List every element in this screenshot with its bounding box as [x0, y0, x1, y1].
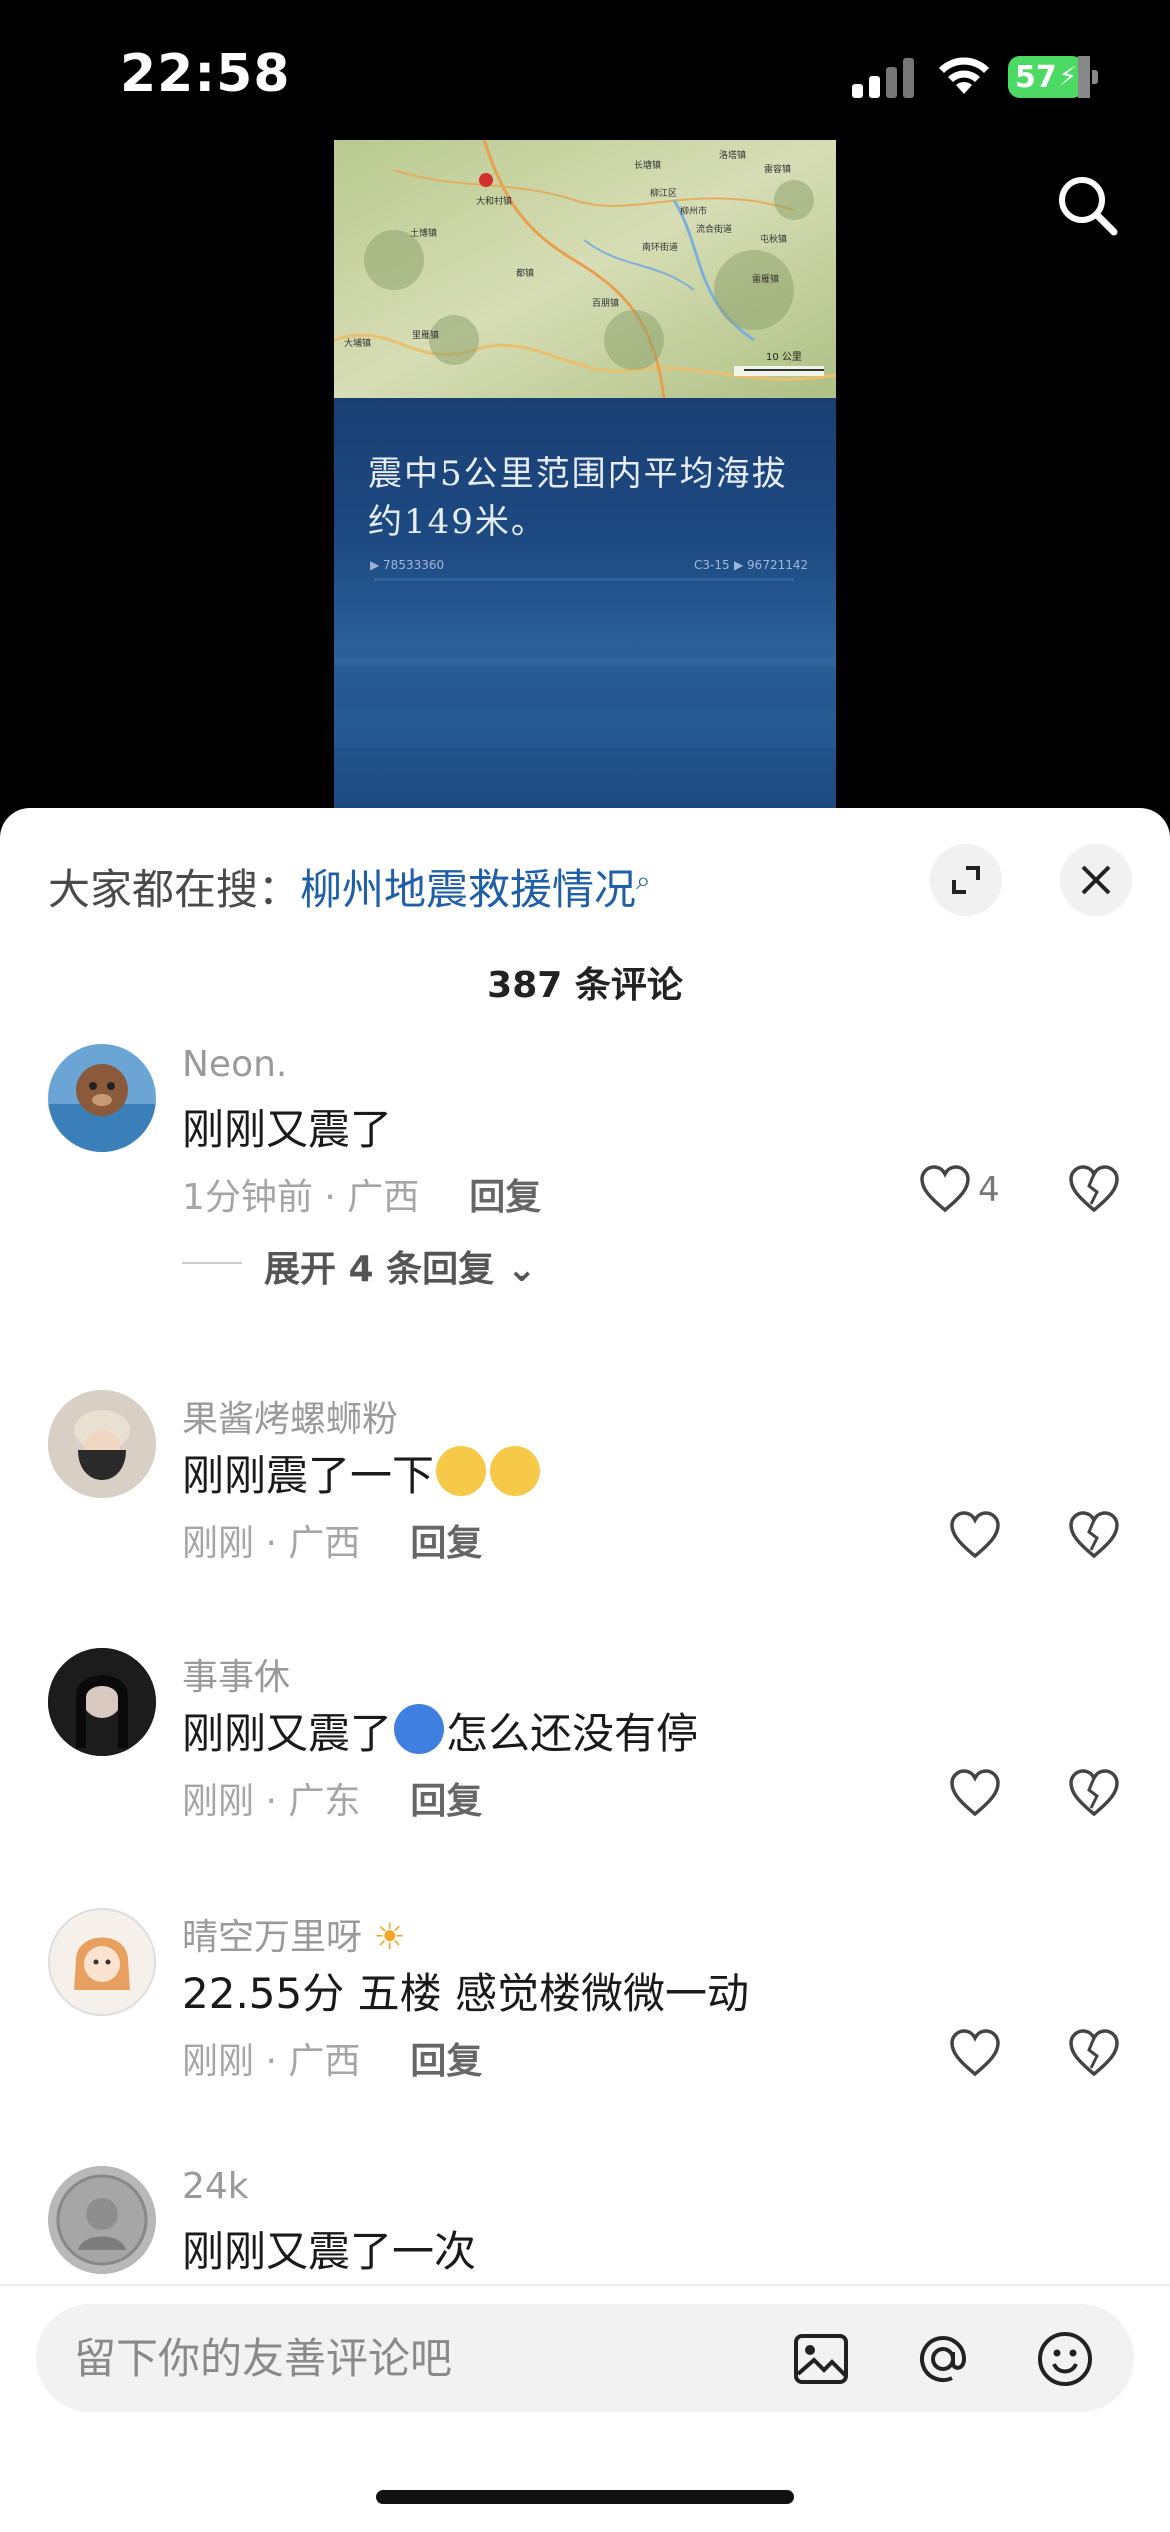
- comment-text: 刚刚又震了一次: [182, 2227, 477, 2276]
- comment-meta: 刚刚 · 广西 回复: [182, 2032, 482, 2084]
- map-label: 雷容镇: [764, 165, 792, 175]
- map-label: 大埔镇: [344, 339, 372, 349]
- image-icon[interactable]: [792, 2330, 850, 2388]
- map-image: 大和村镇 长塘镇 洛塔镇 雷容镇 柳江区 柳州市 土博镇 南环街道 屯秋镇 都镇…: [334, 140, 836, 399]
- video-caption-area: 震中5公里范围内平均海拔约149米。 ▶ 78533360 C3-15 ▶ 96…: [334, 398, 836, 810]
- map-label: 屯秋镇: [760, 235, 788, 245]
- reply-button[interactable]: 回复: [410, 1781, 482, 1822]
- search-icon[interactable]: [1052, 170, 1122, 240]
- video-meta-right: ▶ 96721142: [734, 558, 809, 572]
- username-text: 晴空万里呀: [182, 1917, 363, 1958]
- map-label: 百朋镇: [592, 299, 620, 309]
- map-label: 流合街道: [696, 225, 733, 235]
- broken-heart-icon[interactable]: [1068, 2028, 1120, 2078]
- map-label: 洛塔镇: [719, 151, 747, 161]
- reply-button[interactable]: 回复: [410, 1523, 482, 1564]
- sun-icon: ☀: [373, 1917, 406, 1958]
- chevron-down-icon: ⌄: [506, 1249, 537, 1290]
- map-label: 长塘镇: [634, 161, 662, 171]
- heart-icon[interactable]: [948, 1510, 1002, 1560]
- hot-search-query[interactable]: 柳州地震救援情况: [300, 865, 636, 914]
- expand-replies-label: 展开 4 条回复: [264, 1249, 495, 1290]
- video-player[interactable]: 大和村镇 长塘镇 洛塔镇 雷容镇 柳江区 柳州市 土博镇 南环街道 屯秋镇 都镇…: [334, 140, 836, 810]
- expand-panel-button[interactable]: [930, 844, 1002, 916]
- comment-time-location: 刚刚 · 广西: [182, 2041, 361, 2082]
- comment-input-bar: [36, 2304, 1134, 2412]
- comment-text-content: 刚刚震了一下: [182, 1451, 435, 1500]
- heart-icon[interactable]: [948, 2028, 1002, 2078]
- map-label: 土博镇: [410, 229, 438, 239]
- video-meta-left: ▶ 78533360: [370, 558, 445, 572]
- cellular-signal-icon: [852, 58, 916, 98]
- divider-line: [182, 1262, 242, 1264]
- mention-icon[interactable]: [914, 2330, 972, 2388]
- heart-icon[interactable]: [948, 1768, 1002, 1818]
- map-label: 柳江区: [650, 189, 678, 199]
- broken-heart-icon[interactable]: [1068, 1768, 1120, 1818]
- comment-text-part: 刚刚又震了: [182, 1709, 393, 1758]
- comment-meta: 1分钟前 · 广西 回复: [182, 1168, 541, 1220]
- close-icon: [1081, 865, 1111, 895]
- reply-button[interactable]: 回复: [410, 2041, 482, 2082]
- like-count: 4: [978, 1170, 1000, 1210]
- username[interactable]: Neon.: [182, 1044, 287, 1085]
- username[interactable]: 果酱烤螺蛳粉: [182, 1390, 398, 1442]
- divider: [0, 2284, 1170, 2286]
- hot-search-prefix: 大家都在搜：: [48, 865, 301, 914]
- comment-panel: 大家都在搜：柳州地震救援情况⌕ 387 条评论 Neon. 刚刚又震了 1分钟前…: [0, 808, 1170, 2532]
- wifi-icon: [939, 57, 989, 94]
- emoji-picker-icon[interactable]: [1036, 2330, 1094, 2388]
- broken-heart-icon[interactable]: [1068, 1510, 1120, 1560]
- username[interactable]: 事事休: [182, 1648, 290, 1700]
- heart-icon[interactable]: [918, 1164, 972, 1214]
- video-caption: 震中5公里范围内平均海拔约149米。: [368, 454, 788, 542]
- comment-text: 刚刚又震了: [182, 1105, 393, 1154]
- username[interactable]: 晴空万里呀 ☀: [182, 1908, 406, 1960]
- emoji-icon: [436, 1446, 487, 1496]
- emoji-icon: [394, 1704, 445, 1754]
- comment-text-part: 怎么还没有停: [446, 1709, 699, 1758]
- emoji-icon: [490, 1446, 541, 1496]
- avatar[interactable]: [48, 1648, 156, 1756]
- comment-text: 刚刚震了一下: [182, 1442, 542, 1503]
- search-small-icon: ⌕: [636, 866, 651, 896]
- comment-input[interactable]: [74, 2304, 774, 2412]
- comment-meta: 刚刚 · 广东 回复: [182, 1772, 482, 1824]
- username[interactable]: 24k: [182, 2166, 249, 2207]
- map-label: 柳州市: [680, 207, 708, 217]
- map-label: 大和村镇: [476, 197, 513, 207]
- status-bar: 22:58 57 ⚡: [0, 0, 1170, 140]
- avatar[interactable]: [48, 1044, 156, 1152]
- map-label: 南环街道: [642, 243, 679, 253]
- map-label: 雷雁镇: [752, 275, 780, 285]
- hot-search[interactable]: 大家都在搜：柳州地震救援情况⌕: [48, 856, 651, 917]
- comment-meta: 刚刚 · 广西 回复: [182, 1514, 482, 1566]
- comment-time-location: 刚刚 · 广东: [182, 1781, 361, 1822]
- close-button[interactable]: [1060, 844, 1132, 916]
- avatar[interactable]: [48, 1390, 156, 1498]
- comment-count: 387 条评论: [487, 965, 683, 1006]
- home-indicator[interactable]: [376, 2490, 794, 2504]
- expand-icon: [952, 866, 980, 894]
- map-scale: 10 公里: [766, 352, 802, 363]
- video-meta-mid: C3-15: [694, 558, 730, 572]
- broken-heart-icon[interactable]: [1068, 1164, 1120, 1214]
- comment-text: 22.55分 五楼 感觉楼微微一动: [182, 1969, 749, 2018]
- reply-button[interactable]: 回复: [469, 1177, 541, 1218]
- comment-text: 刚刚又震了 怎么还没有停: [182, 1700, 698, 1761]
- battery-level: 57: [1014, 59, 1057, 95]
- comment-time-location: 刚刚 · 广西: [182, 1523, 361, 1564]
- map-label: 里雁镇: [412, 331, 440, 341]
- clock: 22:58: [120, 44, 291, 104]
- map-label: 都镇: [516, 269, 535, 279]
- avatar[interactable]: [48, 1908, 156, 2016]
- avatar[interactable]: [48, 2166, 156, 2274]
- expand-replies-button[interactable]: 展开 4 条回复 ⌄: [264, 1240, 537, 1292]
- comment-time-location: 1分钟前 · 广西: [182, 1177, 420, 1218]
- battery-icon: 57 ⚡: [1008, 56, 1098, 98]
